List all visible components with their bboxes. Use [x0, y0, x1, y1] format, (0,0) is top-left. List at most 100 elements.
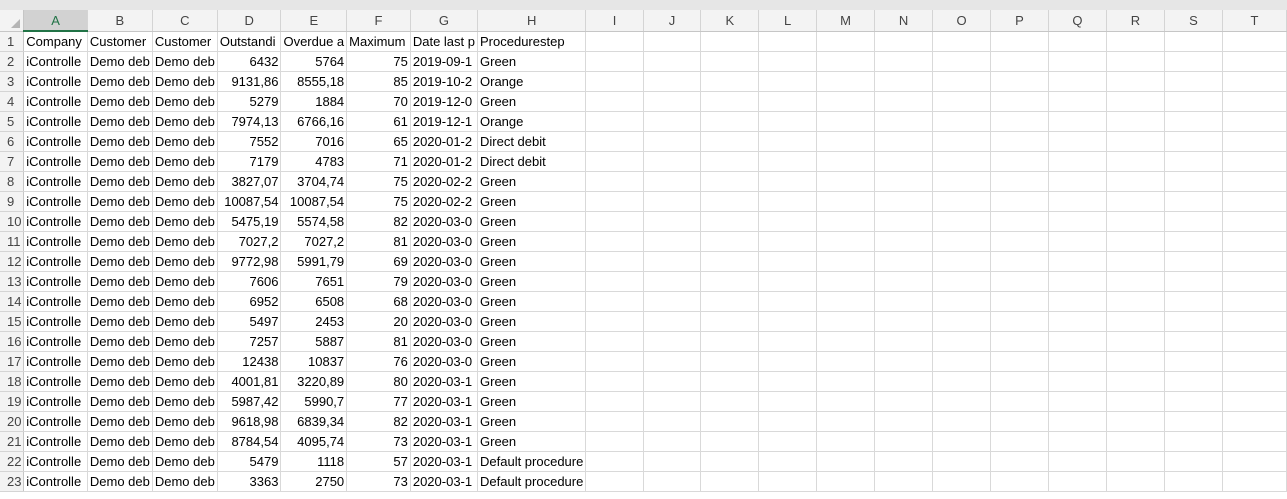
cell-g[interactable]: 2020-03-1 [410, 411, 479, 432]
cell-e[interactable]: 3704,74 [280, 171, 348, 192]
cell-h[interactable]: Green [477, 91, 587, 112]
cell-r[interactable] [1106, 331, 1165, 352]
cell-o[interactable] [932, 131, 992, 152]
cell-m[interactable] [816, 351, 876, 372]
column-header-d[interactable]: D [217, 10, 282, 32]
cell-t[interactable] [1222, 431, 1287, 452]
cell-b[interactable]: Demo deb [87, 331, 153, 352]
cell-f[interactable]: 81 [346, 331, 411, 352]
cell-h[interactable]: Default procedure [477, 471, 587, 492]
cell-f[interactable]: 81 [346, 231, 411, 252]
cell-e[interactable]: 4095,74 [280, 431, 348, 452]
cell-m[interactable] [816, 271, 876, 292]
cell-t[interactable] [1222, 471, 1287, 492]
cell-q[interactable] [1048, 191, 1108, 212]
cell-i[interactable] [585, 191, 644, 212]
cell-a[interactable]: iControlle [23, 431, 88, 452]
cell-n[interactable] [874, 291, 934, 312]
cell-o[interactable] [932, 251, 992, 272]
cell-i[interactable] [585, 71, 644, 92]
cell-d[interactable]: 10087,54 [217, 191, 282, 212]
cell-s[interactable] [1164, 131, 1223, 152]
cell-b[interactable]: Demo deb [87, 351, 153, 372]
row-header[interactable]: 6 [0, 131, 25, 152]
cell-b[interactable]: Demo deb [87, 311, 153, 332]
cell-a[interactable]: iControlle [23, 411, 88, 432]
cell-o[interactable] [932, 351, 992, 372]
cell-b[interactable]: Demo deb [87, 111, 153, 132]
cell-o[interactable] [932, 51, 992, 72]
cell-g[interactable]: 2020-03-0 [410, 311, 479, 332]
cell-t[interactable] [1222, 271, 1287, 292]
cell-n[interactable] [874, 351, 934, 372]
cell-c[interactable]: Demo deb [152, 331, 218, 352]
cell-o[interactable] [932, 231, 992, 252]
column-header-k[interactable]: K [700, 10, 760, 32]
cell-b[interactable]: Demo deb [87, 411, 153, 432]
row-header[interactable]: 14 [0, 291, 25, 312]
row-header[interactable]: 23 [0, 471, 25, 492]
cell-g[interactable]: 2019-12-0 [410, 91, 479, 112]
cell-f[interactable]: 80 [346, 371, 411, 392]
cell-f[interactable]: 61 [346, 111, 411, 132]
cell-e[interactable]: 5991,79 [280, 251, 348, 272]
cell-g[interactable]: 2020-03-0 [410, 351, 479, 372]
cell-b[interactable]: Demo deb [87, 471, 153, 492]
cell-c[interactable]: Demo deb [152, 351, 218, 372]
cell-q[interactable] [1048, 391, 1108, 412]
cell-n[interactable] [874, 371, 934, 392]
cell-j[interactable] [643, 431, 702, 452]
cell-r[interactable] [1106, 431, 1165, 452]
cell-n[interactable] [874, 31, 934, 52]
cell-g[interactable]: 2020-03-1 [410, 451, 479, 472]
cell-i[interactable] [585, 431, 644, 452]
cell-o[interactable] [932, 291, 992, 312]
cell-m[interactable] [816, 471, 876, 492]
cell-o[interactable] [932, 31, 992, 52]
cell-n[interactable] [874, 451, 934, 472]
cell-n[interactable] [874, 71, 934, 92]
cell-i[interactable] [585, 131, 644, 152]
cell-d[interactable]: 7257 [217, 331, 282, 352]
cell-g[interactable]: 2019-12-1 [410, 111, 479, 132]
cell-q[interactable] [1048, 171, 1108, 192]
cell-k[interactable] [700, 131, 760, 152]
cell-d[interactable]: 9131,86 [217, 71, 282, 92]
cell-j[interactable] [643, 371, 702, 392]
cell-a[interactable]: iControlle [23, 71, 88, 92]
cell-h[interactable]: Direct debit [477, 151, 587, 172]
cell-r[interactable] [1106, 71, 1165, 92]
cell-q[interactable] [1048, 51, 1108, 72]
cell-b[interactable]: Demo deb [87, 91, 153, 112]
cell-a[interactable]: iControlle [23, 331, 88, 352]
row-header[interactable]: 15 [0, 311, 25, 332]
cell-j[interactable] [643, 331, 702, 352]
cell-d[interactable]: 3827,07 [217, 171, 282, 192]
cell-s[interactable] [1164, 411, 1223, 432]
cell-p[interactable] [990, 91, 1049, 112]
cell-h[interactable]: Green [477, 171, 587, 192]
cell-m[interactable] [816, 411, 876, 432]
cell-k[interactable] [700, 251, 760, 272]
cell-s[interactable] [1164, 251, 1223, 272]
cell-f[interactable]: 76 [346, 351, 411, 372]
cell-g[interactable]: 2020-03-0 [410, 231, 479, 252]
cell-j[interactable] [643, 271, 702, 292]
cell-b[interactable]: Demo deb [87, 371, 153, 392]
cell-e[interactable]: 10837 [280, 351, 348, 372]
cell-d[interactable]: 9618,98 [217, 411, 282, 432]
cell-d[interactable]: 3363 [217, 471, 282, 492]
cell-l[interactable] [758, 151, 817, 172]
column-header-h[interactable]: H [477, 10, 587, 32]
cell-n[interactable] [874, 471, 934, 492]
cell-a[interactable]: iControlle [23, 151, 88, 172]
cell-t[interactable] [1222, 291, 1287, 312]
column-header-i[interactable]: I [585, 10, 644, 32]
cell-q[interactable] [1048, 471, 1108, 492]
cell-o[interactable] [932, 171, 992, 192]
cell-d[interactable]: 7027,2 [217, 231, 282, 252]
cell-b[interactable]: Demo deb [87, 271, 153, 292]
cell-s[interactable] [1164, 471, 1223, 492]
cell-j[interactable] [643, 71, 702, 92]
cell-n[interactable] [874, 111, 934, 132]
